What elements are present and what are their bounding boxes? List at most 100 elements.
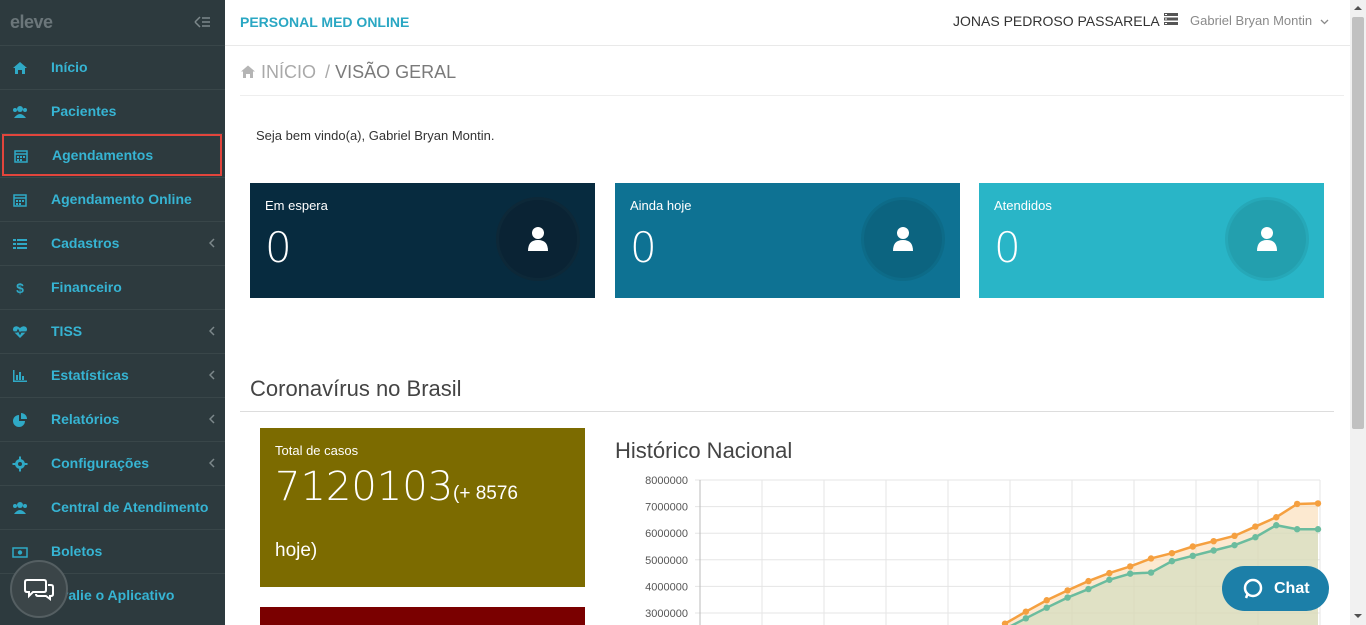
logo: eleve (10, 12, 53, 32)
chevron-left-icon (209, 414, 215, 424)
y-tick-label: 6000000 (645, 528, 688, 540)
list-icon (12, 236, 28, 252)
sidebar-item-estatisticas[interactable]: Estatísticas (0, 353, 225, 397)
chat-button[interactable]: Chat (1222, 566, 1329, 611)
data-point[interactable] (1293, 526, 1301, 533)
data-point[interactable] (1147, 555, 1155, 562)
data-point[interactable] (1231, 532, 1238, 540)
users-icon (12, 500, 28, 516)
total-cases-delta-suffix: hoje) (275, 540, 318, 561)
deaths-card (260, 607, 585, 625)
section-divider (240, 411, 1334, 412)
data-point[interactable] (1189, 543, 1196, 550)
breadcrumb-separator: / (325, 62, 331, 82)
scroll-thumb[interactable] (1352, 17, 1364, 429)
data-point[interactable] (1127, 563, 1134, 570)
data-point[interactable] (1106, 576, 1113, 583)
data-point[interactable] (1168, 557, 1176, 565)
user-icon (1257, 227, 1277, 251)
data-point[interactable] (1085, 577, 1092, 585)
data-point[interactable] (1293, 500, 1301, 508)
stat-value: 0 (630, 223, 657, 272)
data-point[interactable] (1189, 552, 1196, 560)
scrollbar[interactable] (1350, 0, 1366, 625)
chevron-left-icon (209, 370, 215, 380)
calendar-icon (13, 148, 29, 164)
home-icon (241, 65, 255, 78)
data-point[interactable] (1210, 547, 1217, 554)
breadcrumb: INÍCIO / VISÃO GERAL (240, 62, 456, 83)
chart-title: Histórico Nacional (615, 438, 793, 463)
sidebar-item-cadastros[interactable]: Cadastros (0, 221, 225, 265)
sidebar-item-configuracoes[interactable]: Configurações (0, 441, 225, 485)
calendar-icon (12, 192, 28, 208)
sidebar-item-agendamento-online[interactable]: Agendamento Online (0, 177, 225, 221)
sidebar-item-label: TISS (51, 323, 83, 339)
user-icon (893, 227, 913, 251)
data-point[interactable] (1252, 523, 1259, 530)
stat-card-ainda-hoje: Ainda hoje 0 (615, 183, 960, 298)
support-chat-bubble[interactable] (10, 560, 68, 618)
sidebar-item-agendamentos[interactable]: Agendamentos (1, 133, 223, 177)
sidebar-item-label: Configurações (51, 455, 150, 471)
data-point[interactable] (1106, 569, 1113, 577)
data-point[interactable] (1022, 608, 1030, 615)
y-tick-label: 4000000 (645, 581, 688, 593)
data-point[interactable] (1064, 587, 1071, 594)
stat-label: Em espera (265, 198, 328, 213)
data-point[interactable] (1043, 597, 1050, 604)
sidebar-item-label: Boletos (51, 543, 103, 559)
top-header: PERSONAL MED ONLINE JONAS PEDROSO PASSAR… (225, 0, 1350, 46)
sidebar-item-pacientes[interactable]: Pacientes (0, 89, 225, 133)
stat-icon-circle (864, 200, 942, 278)
chat-icon (1243, 578, 1263, 598)
sidebar-item-label: Relatórios (51, 411, 120, 427)
pie-chart-icon (12, 412, 28, 428)
sidebar-item-central-atendimento[interactable]: Central de Atendimento (0, 485, 225, 529)
stat-value: 0 (265, 223, 292, 272)
data-point[interactable] (1210, 537, 1217, 545)
gear-icon (12, 456, 28, 472)
users-icon (12, 104, 28, 120)
sidebar-item-label: Cadastros (51, 235, 120, 251)
sidebar-menu: Início Pacientes Agendamentos Agendament… (0, 45, 225, 617)
sidebar-item-label: Avalie o Aplicativo (51, 587, 175, 603)
sidebar-item-label: Central de Atendimento (51, 499, 209, 515)
chat-bubbles-icon (24, 579, 54, 601)
sidebar-item-inicio[interactable]: Início (0, 45, 225, 89)
sidebar-item-label: Financeiro (51, 279, 122, 295)
sidebar-item-relatorios[interactable]: Relatórios (0, 397, 225, 441)
sidebar-item-tiss[interactable]: TISS (0, 309, 225, 353)
breadcrumb-home[interactable]: INÍCIO (261, 62, 316, 82)
total-cases-card: Total de casos 7120103 (+ 8576 hoje) (260, 428, 585, 587)
clinic-name: JONAS PEDROSO PASSARELA (953, 13, 1160, 29)
data-point[interactable] (1127, 570, 1134, 577)
logo-bar: eleve (0, 0, 225, 45)
collapse-sidebar-icon[interactable] (193, 14, 211, 30)
money-icon (12, 544, 28, 560)
data-point[interactable] (1273, 522, 1280, 529)
data-point[interactable] (1168, 549, 1176, 557)
scroll-down-icon[interactable] (1354, 612, 1362, 620)
stat-label: Atendidos (994, 198, 1052, 213)
chevron-left-icon (209, 238, 215, 248)
sidebar-item-financeiro[interactable]: $ Financeiro (0, 265, 225, 309)
clinic-switch-icon[interactable] (1163, 12, 1179, 26)
stat-icon-circle (499, 200, 577, 278)
scroll-up-icon[interactable] (1354, 4, 1362, 12)
home-icon (12, 60, 28, 76)
data-point[interactable] (1064, 594, 1071, 601)
data-point[interactable] (1252, 533, 1259, 541)
data-point[interactable] (1085, 585, 1092, 593)
chevron-left-icon (209, 326, 215, 336)
data-point[interactable] (1022, 615, 1030, 622)
data-point[interactable] (1314, 526, 1322, 533)
user-menu[interactable]: Gabriel Bryan Montin (1190, 13, 1329, 28)
heartbeat-icon (12, 324, 28, 340)
data-point[interactable] (1314, 500, 1322, 507)
data-point[interactable] (1273, 514, 1280, 521)
data-point[interactable] (1147, 569, 1155, 576)
bar-chart-icon (12, 368, 28, 384)
data-point[interactable] (1231, 541, 1238, 549)
data-point[interactable] (1043, 604, 1050, 611)
